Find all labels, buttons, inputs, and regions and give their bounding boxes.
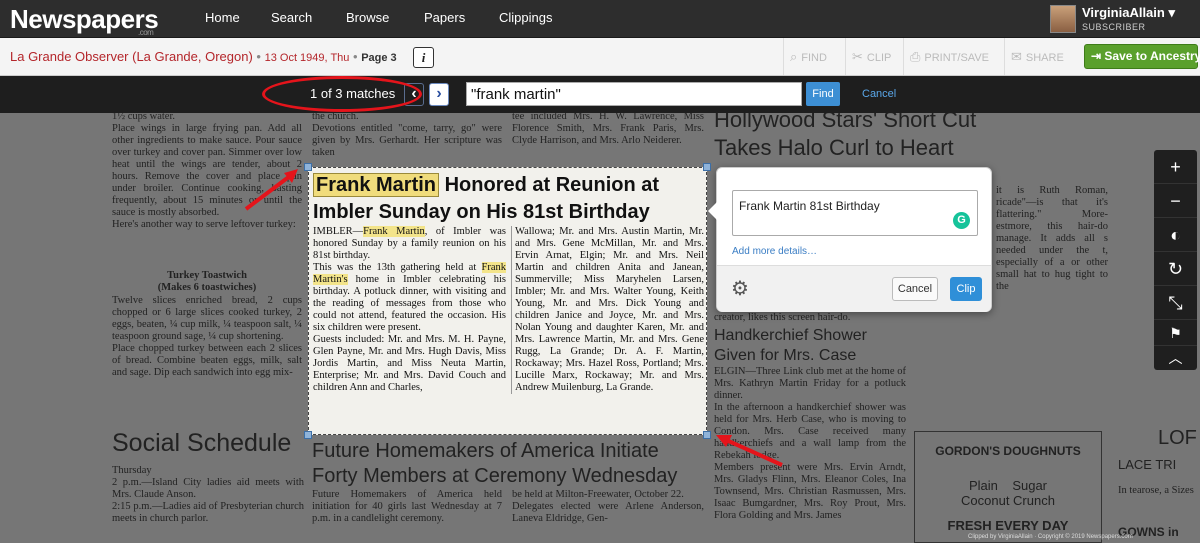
- find-cancel-link[interactable]: Cancel: [862, 88, 896, 100]
- nav-browse-link[interactable]: Browse: [346, 10, 389, 25]
- article-column-2: Wallowa; Mr. and Mrs. Austin Martin, Mr.…: [511, 226, 704, 394]
- nav-clippings-link[interactable]: Clippings: [499, 10, 552, 25]
- handkerchief-heading: Handkerchief Shower: [714, 327, 867, 344]
- annotation-arrow: [716, 435, 783, 467]
- clip-dialog: Frank Martin 81st Birthday G Add more de…: [708, 167, 992, 312]
- delegates-text: be held at Milton-Freewater, October 22.…: [512, 489, 704, 524]
- grammarly-icon[interactable]: G: [953, 212, 970, 229]
- headline-highlight: Frank Martin: [313, 173, 440, 197]
- flag-icon[interactable]: ⚑: [1154, 320, 1197, 346]
- clip-save-button[interactable]: Clip: [950, 277, 982, 301]
- committee-text: tee included Mrs. H. W. Lawrence, Miss F…: [512, 113, 704, 146]
- halo-curl-heading: Takes Halo Curl to Heart: [714, 135, 954, 160]
- ad-heading-fragment: LOF: [1158, 427, 1197, 449]
- article-subheadline: Imbler Sunday on His 81st Birthday: [313, 201, 650, 223]
- site-logo[interactable]: Newspapers .com: [10, 4, 159, 37]
- viewer-toolbar: + − ◐ ↻ ⤡ ⚑ ︿: [1154, 150, 1197, 370]
- clip-resize-handle[interactable]: [304, 431, 312, 439]
- doughnut-ad: GORDON'S DOUGHNUTS Plain Sugar Coconut C…: [914, 431, 1102, 543]
- clip-resize-handle[interactable]: [703, 163, 711, 171]
- church-text: the church. Devotions entitled "come, ta…: [312, 113, 502, 158]
- chevron-right-icon: ›: [436, 85, 442, 102]
- newspaper-page-viewer[interactable]: 1½ cups water. Place wings in large fryi…: [0, 113, 1200, 543]
- search-highlight[interactable]: Frank Martin: [363, 226, 425, 237]
- logo-text: Newspapers: [10, 4, 159, 34]
- annotation-arrow: [244, 169, 298, 211]
- chevron-down-icon: ▾: [1168, 5, 1175, 20]
- nav-home-link[interactable]: Home: [205, 10, 240, 25]
- hairdo-text: it is Ruth Roman, ricade"—is that it's f…: [996, 185, 1108, 292]
- clip-cancel-button[interactable]: Cancel: [892, 277, 938, 301]
- publication-date[interactable]: 13 Oct 1949, Thu: [265, 52, 350, 64]
- gear-icon[interactable]: ⚙: [731, 276, 749, 301]
- find-button[interactable]: Find: [806, 82, 840, 106]
- logo-suffix: .com: [138, 28, 154, 37]
- paper-titlebar: La Grande Observer (La Grande, Oregon) •…: [0, 38, 1200, 76]
- contrast-icon[interactable]: ◐: [1154, 218, 1197, 252]
- clip-selection-area[interactable]: Frank Martin Honored at Reunion at Imble…: [308, 167, 707, 435]
- mrs-case-heading: Given for Mrs. Case: [714, 347, 857, 364]
- publication-info: La Grande Observer (La Grande, Oregon) •…: [10, 49, 397, 64]
- share-tool-button[interactable]: ✉ SHARE: [1004, 38, 1074, 75]
- toastwich-title: Turkey Toastwich: [167, 270, 247, 281]
- homemakers-text: Future Homemakers of America held initia…: [312, 489, 502, 524]
- search-icon: ⌕: [790, 49, 798, 64]
- article-headline: Frank Martin Honored at Reunion at: [313, 173, 659, 197]
- social-schedule-heading: Social Schedule: [112, 429, 292, 457]
- user-menu[interactable]: VirginiaAllain ▾ SUBSCRIBER: [1050, 3, 1195, 35]
- zoom-out-icon[interactable]: −: [1154, 184, 1197, 218]
- toastwich-subtitle: (Makes 6 toastwiches): [157, 282, 257, 293]
- mail-icon: ✉: [1011, 49, 1022, 64]
- social-schedule-text: Thursday 2 p.m.—Island City ladies aid m…: [112, 465, 304, 524]
- tearose-fragment: In tearose, a Sizes: [1118, 485, 1194, 496]
- find-tool-button[interactable]: ⌕ FIND: [783, 38, 845, 75]
- add-details-link[interactable]: Add more details…: [732, 246, 817, 257]
- save-to-ancestry-button[interactable]: ⇥ Save to Ancestry: [1084, 44, 1200, 69]
- user-role: SUBSCRIBER: [1082, 22, 1146, 32]
- hairdo-caption: creator, likes this screen hair-do.: [714, 312, 851, 323]
- hollywood-heading: Hollywood Stars' Short Cut: [714, 113, 977, 132]
- toastwich-text: Twelve slices enriched bread, 2 cups cho…: [112, 295, 302, 378]
- clip-title-input[interactable]: Frank Martin 81st Birthday: [732, 190, 978, 236]
- scissors-icon: ✂: [852, 49, 863, 64]
- print-save-tool-button[interactable]: ⎙ PRINT/SAVE: [903, 38, 1004, 75]
- future-homemakers-heading: Future Homemakers of America Initiate: [312, 440, 659, 462]
- next-match-button[interactable]: ›: [429, 83, 449, 106]
- collapse-icon[interactable]: ︿: [1154, 346, 1197, 370]
- forty-members-heading: Forty Members at Ceremony Wednesday: [312, 465, 678, 487]
- nav-papers-link[interactable]: Papers: [424, 10, 465, 25]
- fullscreen-icon[interactable]: ⤡: [1154, 286, 1197, 320]
- article-column-1: IMBLER—Frank Martin, of Imbler was honor…: [313, 226, 506, 393]
- annotation-oval: [262, 76, 422, 112]
- user-name: VirginiaAllain ▾: [1082, 5, 1175, 20]
- rotate-icon[interactable]: ↻: [1154, 252, 1197, 286]
- printer-icon: ⎙: [910, 49, 921, 64]
- clip-tool-button[interactable]: ✂ CLIP: [845, 38, 903, 75]
- clip-resize-handle[interactable]: [304, 163, 312, 171]
- info-button[interactable]: i: [413, 47, 434, 68]
- zoom-in-icon[interactable]: +: [1154, 150, 1197, 184]
- avatar: [1050, 5, 1076, 33]
- find-bar: 1 of 3 matches ‹ › Find Cancel: [0, 76, 1200, 113]
- page-number: Page 3: [361, 52, 397, 64]
- nav-search-link[interactable]: Search: [271, 10, 312, 25]
- find-input[interactable]: [466, 82, 802, 106]
- publication-name[interactable]: La Grande Observer (La Grande, Oregon): [10, 49, 253, 64]
- copyright-note: Clipped by VirginiaAllain · Copyright © …: [968, 534, 1133, 540]
- lace-trim-fragment: LACE TRI: [1118, 457, 1177, 472]
- top-navbar: Newspapers .com Home Search Browse Paper…: [0, 0, 1200, 38]
- ancestry-icon: ⇥: [1091, 49, 1102, 63]
